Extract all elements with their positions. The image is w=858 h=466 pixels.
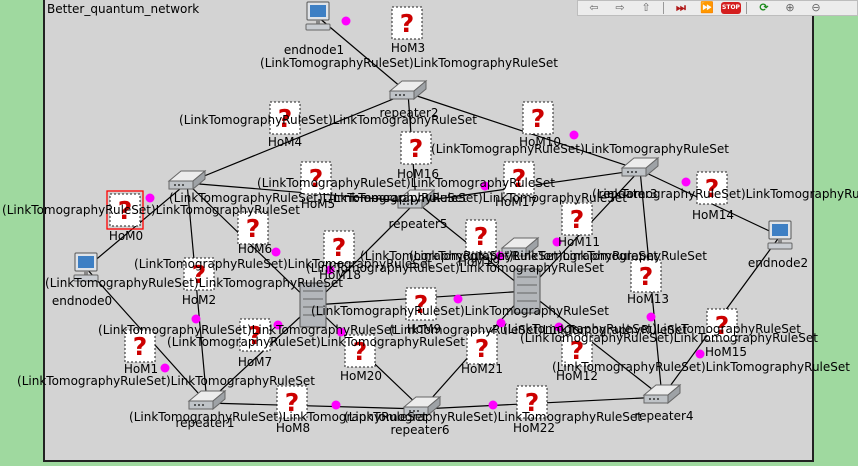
- hom9-ruleset-label: (LinkTomographyRuleSet)LinkTomographyRul…: [311, 304, 609, 318]
- hom3-label: HoM3: [391, 41, 425, 55]
- endnode1-label: endnode1: [284, 43, 344, 57]
- repeater6-label: repeater6: [390, 423, 449, 437]
- hom15-ruleset-label: (LinkTomographyRuleSet)LinkTomographyRul…: [520, 331, 818, 345]
- gate-dot[interactable]: [145, 193, 155, 203]
- router-icon: [188, 390, 226, 410]
- repeater4-label: repeater4: [634, 409, 693, 423]
- hom13-module[interactable]: [630, 259, 662, 293]
- unknown-module-icon: [522, 101, 554, 135]
- router-icon: [389, 80, 427, 100]
- endnode2-node[interactable]: [767, 220, 793, 250]
- unknown-module-icon: [400, 131, 432, 165]
- unknown-module-icon: [630, 259, 662, 293]
- hom3-module[interactable]: [391, 6, 423, 40]
- network-graph: ? endnode1endnode0endnode2repeater2repea…: [2, 1, 858, 437]
- endnode0-label: endnode0: [52, 294, 112, 308]
- hom20-ruleset-label: (LinkTomographyRuleSet)LinkTomographyRul…: [167, 335, 465, 349]
- computer-icon: [767, 220, 793, 250]
- hom1-ruleset-label: (LinkTomographyRuleSet)LinkTomographyRul…: [17, 374, 315, 388]
- hom4-ruleset-label: (LinkTomographyRuleSet)LinkTomographyRul…: [179, 113, 477, 127]
- repeater2-node[interactable]: [389, 80, 427, 100]
- gate-dot[interactable]: [160, 363, 170, 373]
- hom3-ruleset-label: (LinkTomographyRuleSet)LinkTomographyRul…: [260, 56, 558, 70]
- unknown-module-icon: [561, 202, 593, 236]
- hom14-ruleset-label: (LinkTomographyRuleSet)LinkTomographyRul…: [592, 187, 858, 201]
- hom20-label: HoM20: [340, 369, 382, 383]
- hom14-label: HoM14: [692, 208, 734, 222]
- gate-dot[interactable]: [646, 312, 656, 322]
- hom11-label: HoM11: [558, 235, 600, 249]
- hom4-label: HoM4: [268, 135, 302, 149]
- hom16-ruleset-label: (LinkTomographyRuleSet)LinkTomographyRul…: [257, 176, 555, 190]
- hom10-module[interactable]: [522, 101, 554, 135]
- hom15-label: HoM15: [705, 345, 747, 359]
- hom2-label: HoM2: [182, 293, 216, 307]
- gate-dot[interactable]: [695, 349, 705, 359]
- hom17-ruleset-label: (LinkTomographyRuleSet)LinkTomographyRul…: [329, 191, 627, 205]
- hom13-label: HoM13: [627, 292, 669, 306]
- router-icon: [168, 170, 206, 190]
- hom2-ruleset-label: (LinkTomographyRuleSet)LinkTomographyRul…: [45, 276, 343, 290]
- gate-dot[interactable]: [569, 130, 579, 140]
- unknown-module-icon: [465, 219, 497, 253]
- gate-dot[interactable]: [341, 16, 351, 26]
- gate-dot[interactable]: [271, 247, 281, 257]
- hom0-label: HoM0: [109, 229, 143, 243]
- hom16-module[interactable]: [400, 131, 432, 165]
- router-icon: [621, 157, 659, 177]
- gate-dot[interactable]: [453, 294, 463, 304]
- hom0-ruleset-label: (LinkTomographyRuleSet)LinkTomographyRul…: [2, 203, 300, 217]
- hom7-label: HoM7: [238, 355, 272, 369]
- repeater3-node[interactable]: [621, 157, 659, 177]
- hom6-label: HoM6: [238, 242, 272, 256]
- repeater5-label: repeater5: [388, 217, 447, 231]
- hom19-module[interactable]: [465, 219, 497, 253]
- gate-dot[interactable]: [331, 400, 341, 410]
- computer-icon: [305, 1, 331, 31]
- endnode2-label: endnode2: [748, 256, 808, 270]
- hom18-ruleset-label: (LinkTomographyRuleSet)LinkTomographyRul…: [306, 261, 604, 275]
- repeater7-node[interactable]: [168, 170, 206, 190]
- hom22-ruleset-label: (LinkTomographyRuleSet)LinkTomographyRul…: [344, 410, 642, 424]
- hom21-label: HoM21: [461, 362, 503, 376]
- hom10-ruleset-label: (LinkTomographyRuleSet)LinkTomographyRul…: [431, 142, 729, 156]
- hom11-module[interactable]: [561, 202, 593, 236]
- hom12-ruleset-label: (LinkTomographyRuleSet)LinkTomographyRul…: [552, 360, 850, 374]
- endnode1-node[interactable]: [305, 1, 331, 31]
- hom19-ruleset-label: (LinkTomographyRuleSet)LinkTomographyRul…: [360, 249, 658, 263]
- link-repeater1-repeater6: [206, 402, 423, 410]
- gate-dot[interactable]: [488, 400, 498, 410]
- gate-dot[interactable]: [681, 177, 691, 187]
- repeater1-node[interactable]: [188, 390, 226, 410]
- unknown-module-icon: [391, 6, 423, 40]
